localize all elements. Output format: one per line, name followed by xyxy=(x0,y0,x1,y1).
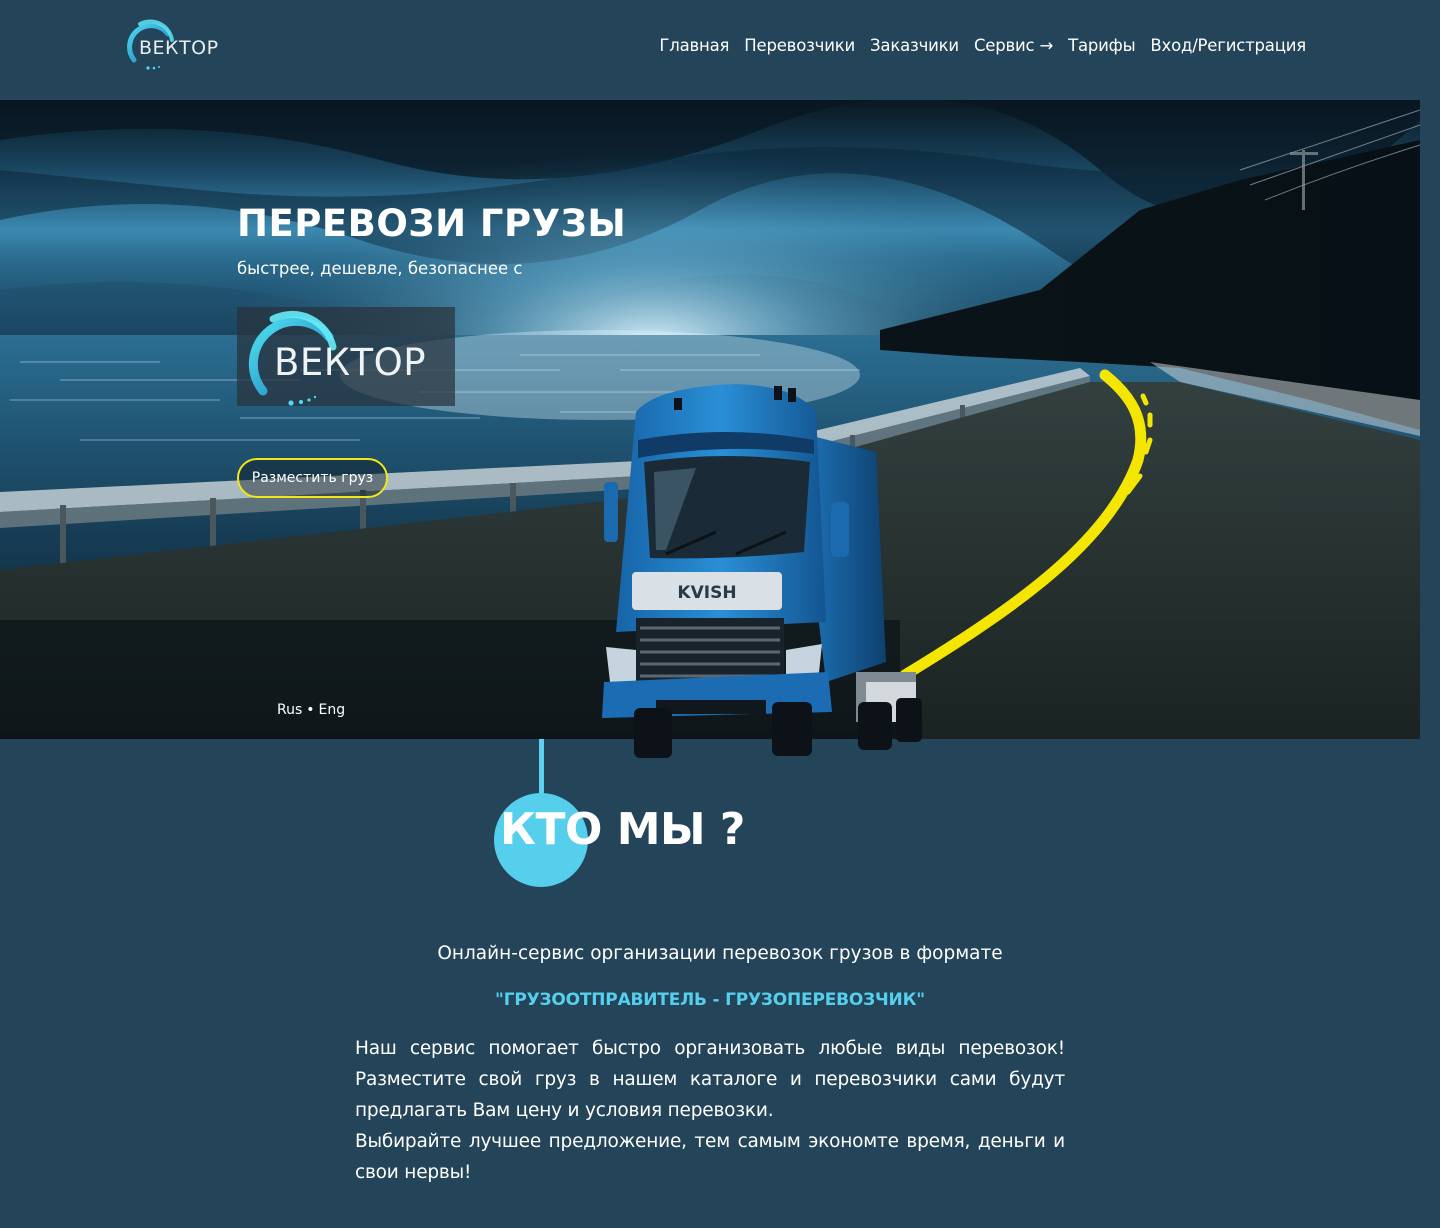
section-connector-line xyxy=(539,739,544,801)
about-intro: Онлайн-сервис организации перевозок груз… xyxy=(437,943,1003,964)
nav-item-service[interactable]: Сервис → xyxy=(974,36,1053,55)
about-title: КТО МЫ ? xyxy=(500,804,745,855)
nav-item-home[interactable]: Главная xyxy=(659,36,729,55)
lang-separator: • xyxy=(306,702,315,718)
lang-eng-link[interactable]: Eng xyxy=(319,702,346,718)
truck-image: KVISH xyxy=(602,384,922,758)
about-description: Наш сервис помогает быстро организовать … xyxy=(355,1033,1065,1188)
hero-logo: ВЕКТОР xyxy=(237,307,455,406)
place-cargo-button[interactable]: Разместить груз xyxy=(237,458,388,498)
logo[interactable]: ВЕКТОР xyxy=(116,18,236,72)
nav-item-login[interactable]: Вход/Регистрация xyxy=(1150,36,1306,55)
about-paragraph-2: Выбирайте лучшее предложение, тем самым … xyxy=(355,1131,1065,1183)
lang-rus-link[interactable]: Rus xyxy=(277,702,302,718)
logo-text: ВЕКТОР xyxy=(139,37,219,59)
hero-title: ПЕРЕВОЗИ ГРУЗЫ xyxy=(237,202,627,245)
about-paragraph-1: Наш сервис помогает быстро организовать … xyxy=(355,1038,1065,1121)
nav-item-tariffs[interactable]: Тарифы xyxy=(1068,36,1136,55)
main-nav: Главная Перевозчики Заказчики Сервис → Т… xyxy=(659,36,1306,55)
about-highlight: "ГРУЗООТПРАВИТЕЛЬ - ГРУЗОПЕРЕВОЗЧИК" xyxy=(495,990,925,1010)
language-switcher: Rus • Eng xyxy=(277,702,345,718)
nav-item-customers[interactable]: Заказчики xyxy=(870,36,959,55)
hero-subtitle: быстрее, дешевле, безопаснее с xyxy=(237,259,523,278)
truck-brand-label: KVISH xyxy=(677,583,736,603)
site-header: ВЕКТОР Главная Перевозчики Заказчики Сер… xyxy=(0,0,1440,100)
nav-item-carriers[interactable]: Перевозчики xyxy=(744,36,855,55)
hero-logo-text: ВЕКТОР xyxy=(274,341,427,384)
